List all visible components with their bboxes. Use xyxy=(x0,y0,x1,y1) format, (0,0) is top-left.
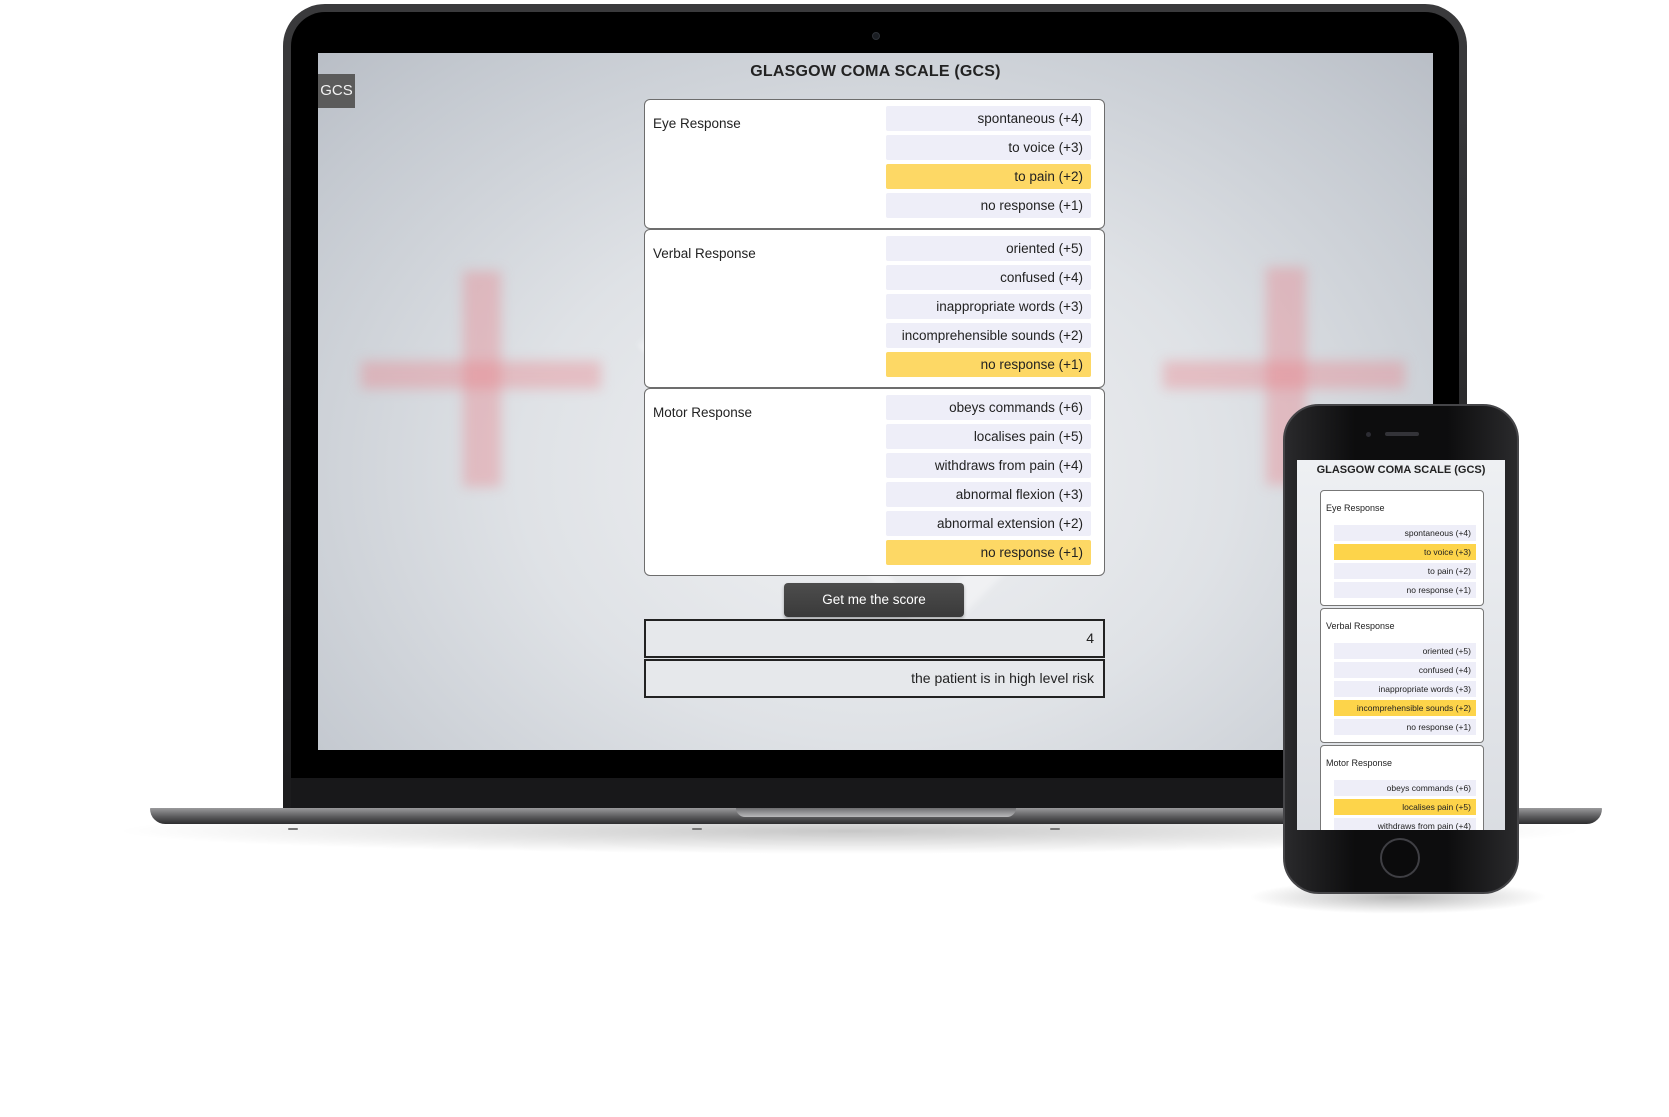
phone-response-group-label: Eye Response xyxy=(1326,503,1385,513)
phone-response-option[interactable]: to pain (+2) xyxy=(1334,563,1476,579)
phone-response-option[interactable]: oriented (+5) xyxy=(1334,643,1476,659)
phone-response-group-label: Verbal Response xyxy=(1326,621,1395,631)
phone-screen: GLASGOW COMA SCALE (GCS) Eye Response spo… xyxy=(1297,460,1505,830)
response-option[interactable]: localises pain (+5) xyxy=(886,424,1091,449)
laptop-hinge-notch xyxy=(736,808,1016,817)
phone-response-option[interactable]: inappropriate words (+3) xyxy=(1334,681,1476,697)
response-option[interactable]: withdraws from pain (+4) xyxy=(886,453,1091,478)
phone-response-option[interactable]: obeys commands (+6) xyxy=(1334,780,1476,796)
phone-response-option[interactable]: no response (+1) xyxy=(1334,582,1476,598)
response-group: Verbal Response oriented (+5) confused (+4… xyxy=(644,229,1105,388)
response-group-label: Motor Response xyxy=(653,405,753,420)
phone-speaker xyxy=(1385,432,1419,436)
response-option[interactable]: no response (+1) xyxy=(886,352,1091,377)
get-score-button[interactable]: Get me the score xyxy=(784,583,964,617)
laptop-foot xyxy=(1050,828,1060,830)
page-title: GLASGOW COMA SCALE (GCS) xyxy=(750,63,1001,80)
response-option[interactable]: obeys commands (+6) xyxy=(886,395,1091,420)
phone-response-group-label: Motor Response xyxy=(1326,758,1393,768)
response-option[interactable]: incomprehensible sounds (+2) xyxy=(886,323,1091,348)
response-option[interactable]: spontaneous (+4) xyxy=(886,106,1091,131)
risk-output: the patient is in high level risk xyxy=(644,659,1105,698)
phone-response-option[interactable]: confused (+4) xyxy=(1334,662,1476,678)
phone-response-option[interactable]: no response (+1) xyxy=(1334,719,1476,735)
response-option[interactable]: inappropriate words (+3) xyxy=(886,294,1091,319)
response-group: Eye Response spontaneous (+4) to voice (+3… xyxy=(644,99,1105,229)
phone-response-option[interactable]: incomprehensible sounds (+2) xyxy=(1334,700,1476,716)
phone-response-option[interactable]: to voice (+3) xyxy=(1334,544,1476,560)
medical-cross-graphic xyxy=(463,271,501,487)
response-option[interactable]: confused (+4) xyxy=(886,265,1091,290)
response-option[interactable]: abnormal flexion (+3) xyxy=(886,482,1091,507)
laptop-foot xyxy=(692,828,702,830)
phone-response-option[interactable]: spontaneous (+4) xyxy=(1334,525,1476,541)
phone-response-group: Eye Response spontaneous (+4) to voice (+3… xyxy=(1320,490,1484,606)
phone-response-option[interactable]: localises pain (+5) xyxy=(1334,799,1476,815)
phone-page-title: GLASGOW COMA SCALE (GCS) xyxy=(1316,464,1486,476)
response-option[interactable]: no response (+1) xyxy=(886,540,1091,565)
laptop-foot xyxy=(288,828,298,830)
response-group: Motor Response obeys commands (+6) localis… xyxy=(644,388,1105,576)
response-option[interactable]: to pain (+2) xyxy=(886,164,1091,189)
laptop-screen: GCS GLASGOW COMA SCALE (GCS) Eye Respons… xyxy=(318,53,1433,750)
score-output: 4 xyxy=(644,619,1105,658)
response-group-label: Verbal Response xyxy=(653,246,756,261)
phone-response-option[interactable]: withdraws from pain (+4) xyxy=(1334,818,1476,830)
response-option[interactable]: abnormal extension (+2) xyxy=(886,511,1091,536)
response-option[interactable]: oriented (+5) xyxy=(886,236,1091,261)
laptop-camera xyxy=(872,32,880,40)
phone-response-group: Motor Response obeys commands (+6) localis… xyxy=(1320,745,1484,830)
response-group-label: Eye Response xyxy=(653,116,741,131)
phone-response-group: Verbal Response oriented (+5) confused (+4… xyxy=(1320,608,1484,743)
phone-home-button[interactable] xyxy=(1380,838,1420,878)
response-option[interactable]: no response (+1) xyxy=(886,193,1091,218)
response-option[interactable]: to voice (+3) xyxy=(886,135,1091,160)
phone-camera xyxy=(1366,432,1371,437)
